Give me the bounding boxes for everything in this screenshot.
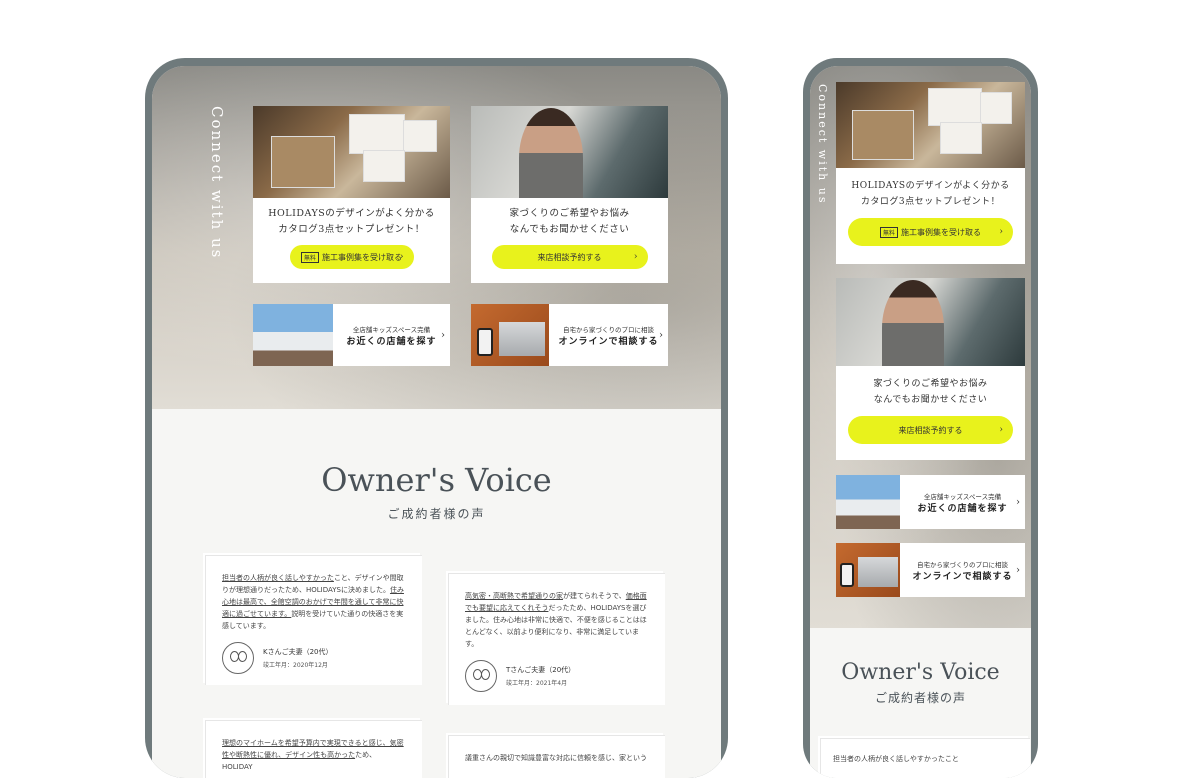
owner-info: Kさんご夫妻（20代） 竣工年月：2020年12月 — [222, 642, 406, 674]
store-link-label: お近くの店舗を探す — [917, 503, 1008, 514]
voice-section: Owner's Voice ご成約者様の声 担当者の人柄が良く話しやすかったこと — [810, 628, 1031, 778]
chevron-right-icon: › — [659, 329, 663, 341]
store-link-small: 全店舗キッズスペース完備 — [352, 325, 431, 334]
catalog-line-2: カタログ3点セットプレゼント！ — [860, 197, 1001, 207]
owner-info: Tさんご夫妻（20代） 竣工年月：2021年4月 — [465, 660, 649, 692]
testimonial-text: 担当者の人柄が良く話しやすかったこと — [833, 755, 959, 763]
chevron-right-icon: › — [1016, 496, 1020, 508]
testimonial-card: 担当者の人柄が良く話しやすかったこと、デザインや間取りが理想通りだったため、HO… — [205, 555, 422, 685]
online-link-label: オンラインで相談する — [558, 336, 659, 347]
consult-card: 家づくりのご希望やお悩み なんでもお聞かせください 来店相談予約する › — [836, 278, 1025, 460]
consult-photo — [471, 106, 668, 198]
connect-label: Connect with us — [816, 84, 829, 205]
catalog-button[interactable]: 無料 施工事例集を受け取る › — [848, 218, 1013, 246]
testimonial-text: 理想のマイホームを希望予算内で実現できると感じ、気密性や断熱性に優れ、デザイン性… — [222, 739, 404, 771]
catalog-photo — [836, 82, 1025, 168]
consult-photo — [836, 278, 1025, 366]
hero-section: Connect with us HOLIDAYSのデザインがよく分かる カタログ… — [152, 66, 721, 409]
online-link[interactable]: 自宅から家づくりのプロに相談 オンラインで相談する › — [836, 543, 1025, 597]
chevron-right-icon: › — [999, 425, 1003, 435]
voice-subtitle: ご成約者様の声 — [387, 507, 486, 521]
store-link[interactable]: 全店舗キッズスペース完備 お近くの店舗を探す › — [253, 304, 450, 366]
consult-line-2: なんでもお聞かせください — [509, 224, 630, 235]
consult-button-label: 来店相談予約する — [898, 425, 963, 435]
consult-button[interactable]: 来店相談予約する › — [491, 245, 648, 269]
connect-label: Connect with us — [208, 106, 226, 260]
couple-avatar-icon — [222, 642, 254, 674]
owner-name: Kさんご夫妻（20代） — [263, 648, 333, 656]
testimonial-card: 議重さんの親切で知識豊富な対応に信頼を感じ、家という — [448, 735, 665, 778]
testimonial-text: 議重さんの親切で知識豊富な対応に信頼を感じ、家という — [465, 754, 647, 762]
owner-date: 竣工年月：2021年4月 — [506, 680, 568, 687]
catalog-card: HOLIDAYSのデザインがよく分かる カタログ3点セットプレゼント！ 無料 施… — [253, 106, 450, 283]
laptop-photo — [836, 543, 900, 597]
couple-avatar-icon — [465, 660, 497, 692]
online-link-small: 自宅から家づくりのプロに相談 — [563, 325, 654, 334]
testimonial-text: 担当者の人柄が良く話しやすかったこと、デザインや間取りが理想通りだったため、HO… — [222, 574, 404, 630]
hero-section: Connect with us HOLIDAYSのデザインがよく分かる カタログ… — [810, 66, 1031, 628]
chevron-right-icon: › — [1016, 564, 1020, 576]
catalog-line-1: HOLIDAYSのデザインがよく分かる — [268, 208, 435, 219]
consult-line-1: 家づくりのご希望やお悩み — [873, 379, 988, 389]
owner-date: 竣工年月：2020年12月 — [263, 662, 328, 669]
testimonial-text: 高気密・高断熱で希望通りの家が建てられそうで、価格面でも要望に応えてくれそうだっ… — [465, 592, 647, 648]
online-link-small: 自宅から家づくりのプロに相談 — [917, 560, 1008, 569]
chevron-right-icon: › — [633, 252, 638, 262]
phone-mockup: Connect with us HOLIDAYSのデザインがよく分かる カタログ… — [803, 58, 1038, 778]
consult-line-2: なんでもお聞かせください — [873, 395, 988, 405]
tablet-screen: Connect with us HOLIDAYSのデザインがよく分かる カタログ… — [152, 66, 721, 778]
catalog-line-1: HOLIDAYSのデザインがよく分かる — [851, 181, 1010, 191]
voice-section: Owner's Voice ご成約者様の声 担当者の人柄が良く話しやすかったこと… — [152, 409, 721, 778]
online-link[interactable]: 自宅から家づくりのプロに相談 オンラインで相談する › — [471, 304, 668, 366]
chevron-right-icon: › — [399, 252, 404, 262]
store-photo — [836, 475, 900, 529]
laptop-photo — [471, 304, 549, 366]
free-tag: 無料 — [300, 251, 319, 263]
store-link[interactable]: 全店舗キッズスペース完備 お近くの店舗を探す › — [836, 475, 1025, 529]
voice-title: Owner's Voice — [321, 461, 552, 499]
catalog-photo — [253, 106, 450, 198]
catalog-button[interactable]: 無料 施工事例集を受け取る › — [289, 245, 414, 269]
testimonial-card: 担当者の人柄が良く話しやすかったこと — [820, 738, 1030, 778]
catalog-button-label: 施工事例集を受け取る — [322, 252, 402, 262]
consult-line-1: 家づくりのご希望やお悩み — [509, 208, 630, 219]
chevron-right-icon: › — [441, 329, 445, 341]
chevron-right-icon: › — [999, 227, 1003, 237]
catalog-line-2: カタログ3点セットプレゼント！ — [278, 224, 425, 235]
free-tag: 無料 — [879, 226, 898, 238]
voice-title: Owner's Voice — [841, 660, 1000, 685]
consult-button[interactable]: 来店相談予約する › — [848, 416, 1013, 444]
online-link-label: オンラインで相談する — [912, 571, 1013, 582]
tablet-mockup: Connect with us HOLIDAYSのデザインがよく分かる カタログ… — [145, 58, 728, 778]
voice-subtitle: ご成約者様の声 — [874, 691, 966, 705]
catalog-button-label: 施工事例集を受け取る — [901, 227, 981, 237]
consult-card: 家づくりのご希望やお悩み なんでもお聞かせください 来店相談予約する › — [471, 106, 668, 283]
testimonial-card: 高気密・高断熱で希望通りの家が建てられそうで、価格面でも要望に応えてくれそうだっ… — [448, 573, 665, 705]
store-photo — [253, 304, 333, 366]
owner-name: Tさんご夫妻（20代） — [506, 666, 576, 674]
store-link-label: お近くの店舗を探す — [346, 336, 437, 347]
testimonial-card: 理想のマイホームを希望予算内で実現できると感じ、気密性や断熱性に優れ、デザイン性… — [205, 720, 422, 778]
catalog-card: HOLIDAYSのデザインがよく分かる カタログ3点セットプレゼント！ 無料 施… — [836, 82, 1025, 264]
consult-button-label: 来店相談予約する — [537, 252, 602, 262]
store-link-small: 全店舗キッズスペース完備 — [923, 492, 1002, 501]
phone-screen: Connect with us HOLIDAYSのデザインがよく分かる カタログ… — [810, 66, 1031, 778]
